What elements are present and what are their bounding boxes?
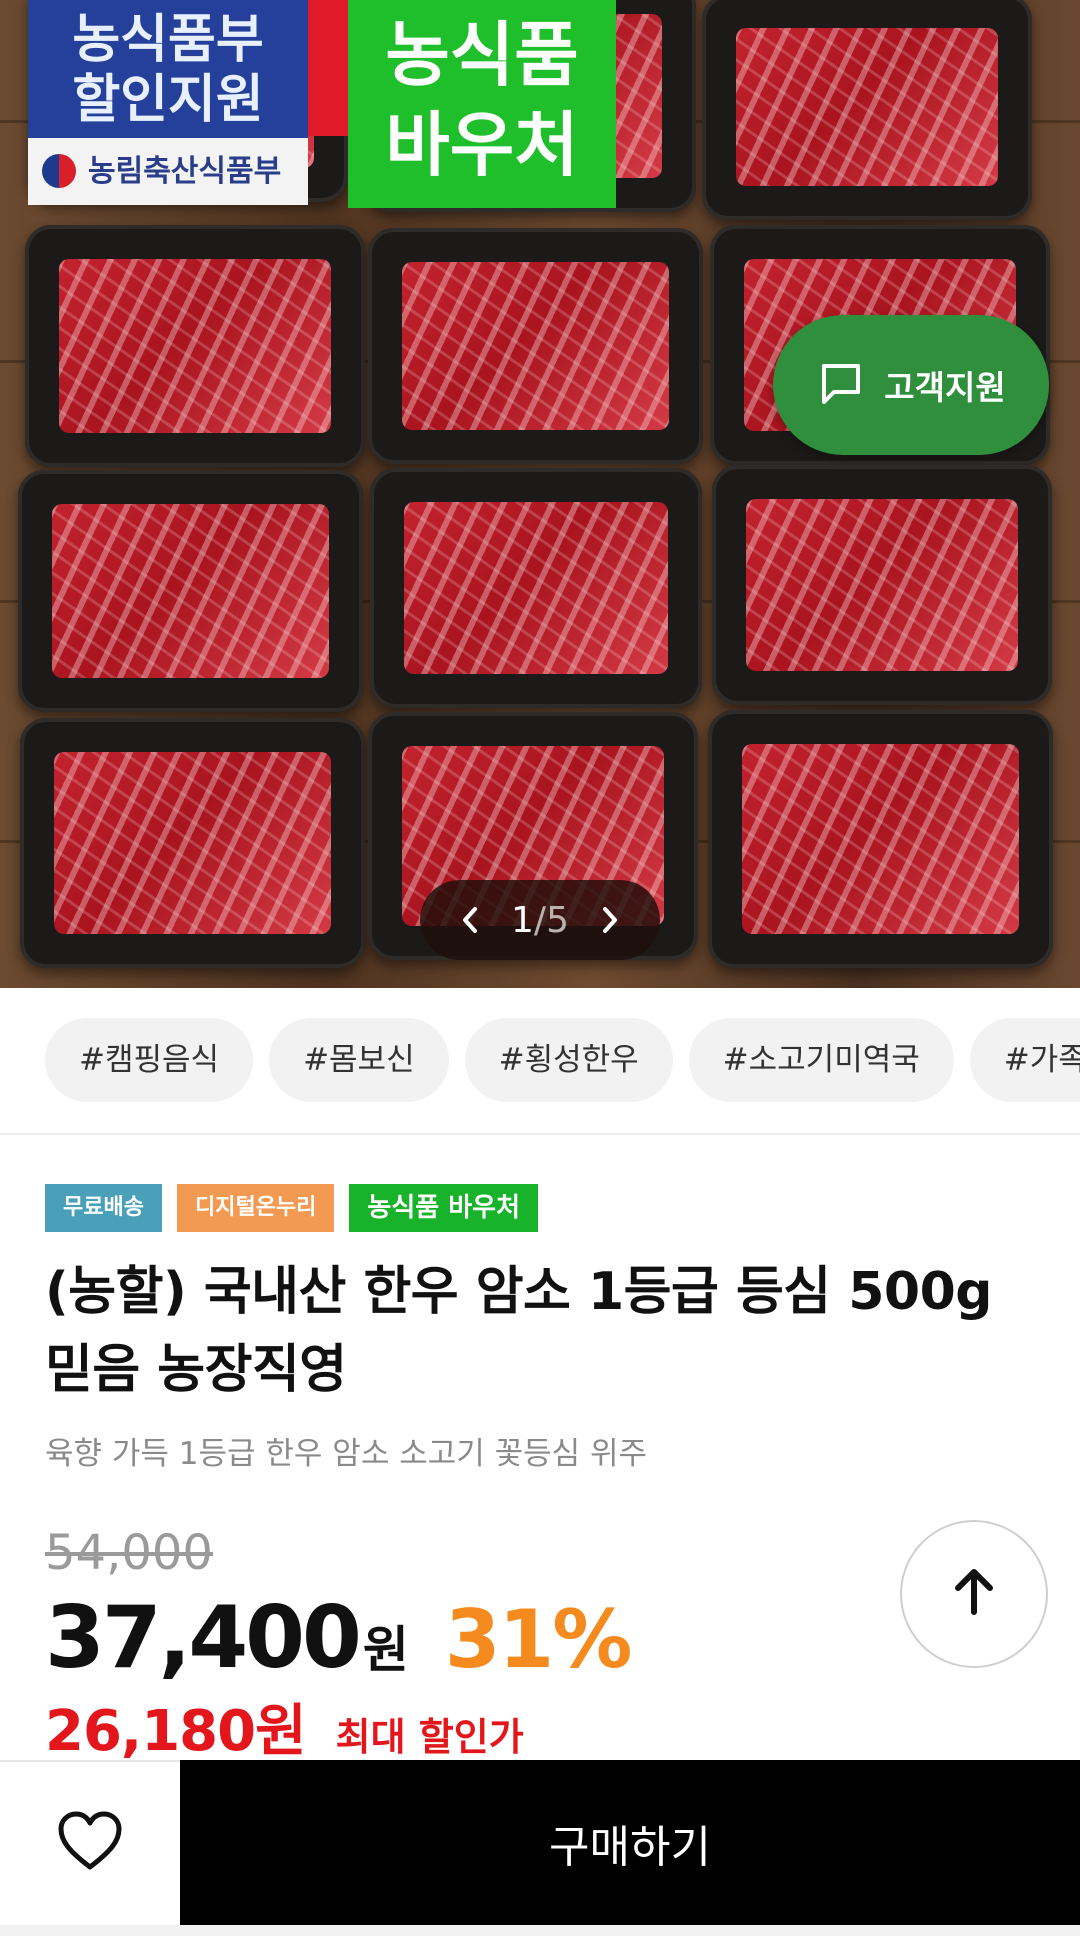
free-shipping-badge: 무료배송 <box>45 1184 162 1232</box>
meat-tray <box>712 465 1052 705</box>
voucher-badge-line2: 바우처 <box>385 104 579 186</box>
image-pager: 1/5 <box>420 880 660 960</box>
pager-current: 1 <box>511 899 534 941</box>
gov-ministry-name: 농림축산식품부 <box>88 154 282 189</box>
meat-tray <box>368 228 703 464</box>
hashtag-chip[interactable]: #캠핑음식 <box>45 1018 254 1102</box>
support-label: 고객지원 <box>884 368 1006 407</box>
hashtag-chip[interactable]: #몸보신 <box>269 1018 449 1102</box>
meat-tray <box>18 470 363 712</box>
scroll-top-button[interactable] <box>900 1520 1048 1668</box>
wishlist-button[interactable] <box>0 1760 180 1925</box>
gov-badge-line2: 할인지원 <box>72 70 264 130</box>
pager-total: 5 <box>546 899 569 941</box>
original-price: 54,000 <box>45 1525 213 1581</box>
voucher-badge-line1: 농식품 <box>385 14 579 96</box>
meat-tray <box>708 710 1053 968</box>
best-price-label: 최대 할인가 <box>335 1715 524 1759</box>
meat-tray <box>370 468 702 708</box>
discount-rate: 31% <box>444 1593 632 1686</box>
sale-price: 37,400 <box>45 1588 362 1688</box>
meat-tray <box>25 225 365 467</box>
hashtag-list: #캠핑음식 #몸보신 #횡성한우 #소고기미역국 #가족 <box>45 1018 1080 1102</box>
bottom-action-bar: 구매하기 <box>0 1760 1080 1936</box>
digital-onnuri-badge: 디지털온누리 <box>176 1184 335 1232</box>
voucher-badge-label: 농식품 바우처 <box>349 1184 538 1232</box>
meat-tray <box>702 0 1032 220</box>
currency-label: 원 <box>362 1621 409 1679</box>
hashtag-chip[interactable]: #가족 <box>969 1018 1080 1102</box>
gov-discount-badge: 농식품부 할인지원 농림축산식품부 <box>28 0 308 205</box>
section-divider <box>0 1133 1080 1135</box>
ministry-seal-icon <box>42 154 76 188</box>
chevron-left-icon[interactable] <box>450 900 490 940</box>
arrow-up-icon <box>950 1566 998 1622</box>
red-stripe <box>308 0 348 136</box>
product-subtitle: 육향 가득 1등급 한우 암소 소고기 꽃등심 위주 <box>45 1436 648 1472</box>
product-labels: 무료배송 디지털온누리 농식품 바우처 <box>45 1184 538 1232</box>
chat-bubble-icon <box>816 358 866 412</box>
gov-badge-line1: 농식품부 <box>72 10 264 70</box>
hashtag-chip[interactable]: #횡성한우 <box>464 1018 673 1102</box>
meat-tray <box>20 718 365 968</box>
buy-button[interactable]: 구매하기 <box>180 1760 1080 1925</box>
pager-count: 1/5 <box>511 900 569 941</box>
product-image-carousel[interactable]: 농식품부 할인지원 농림축산식품부 농식품 바우처 고객지원 1/5 <box>0 0 1080 988</box>
price-row: 37,400 원 31% <box>45 1588 632 1688</box>
pager-separator: / <box>533 899 547 941</box>
bottom-safe-area <box>0 1925 1080 1936</box>
chevron-right-icon[interactable] <box>590 900 630 940</box>
customer-support-button[interactable]: 고객지원 <box>773 315 1049 455</box>
heart-icon <box>57 1811 123 1875</box>
best-price-row: 26,180원 최대 할인가 <box>45 1686 524 1767</box>
best-price: 26,180원 <box>45 1699 307 1764</box>
voucher-badge: 농식품 바우처 <box>348 0 616 208</box>
hashtag-chip[interactable]: #소고기미역국 <box>688 1018 954 1102</box>
product-title: (농할) 국내산 한우 암소 1등급 등심 500g 믿음 농장직영 <box>45 1262 993 1400</box>
